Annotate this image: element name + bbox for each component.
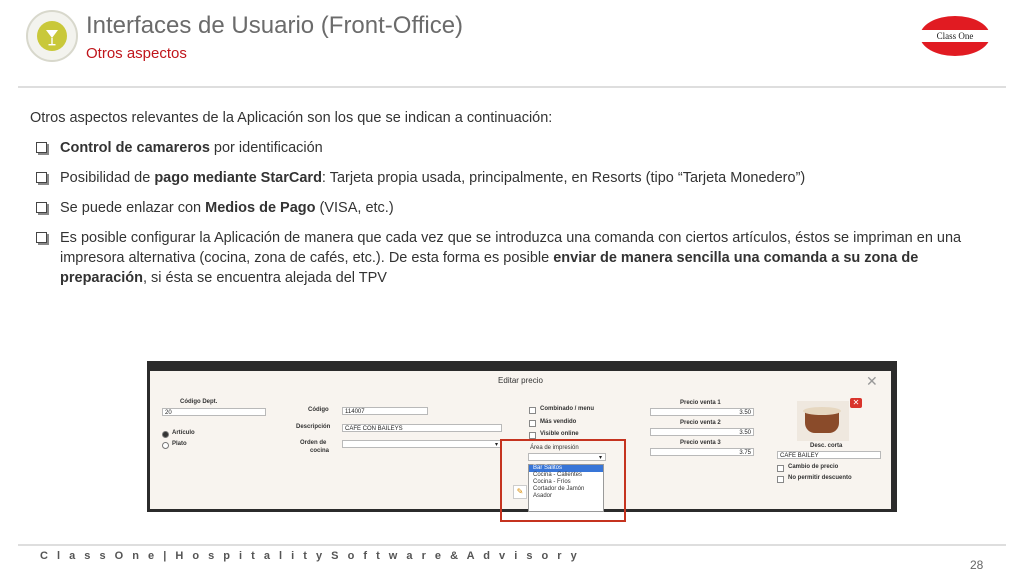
bullet-text: , si ésta se encuentra alejada del TPV [143, 270, 387, 286]
brand-name: Class One [936, 31, 974, 41]
bullet-bold: pago mediante StarCard [154, 170, 322, 186]
intro-text: Otros aspectos relevantes de la Aplicaci… [30, 110, 553, 126]
page-title: Interfaces de Usuario (Front-Office) [86, 12, 464, 39]
page-number: 28 [970, 558, 984, 572]
descripcion-field[interactable]: CAFE CON BAILEYS [342, 424, 502, 432]
bullet-text: (VISA, etc.) [315, 200, 394, 216]
footer-company: C l a s s O n e | H o s p i t a l i t y … [40, 550, 580, 562]
mas-vendido-checkbox[interactable] [529, 420, 536, 427]
articulo-label: Artículo [172, 430, 195, 436]
bullet-text: Se puede enlazar con [60, 200, 206, 216]
header-divider [18, 86, 1006, 88]
slide-body: Otros aspectos relevantes de la Aplicaci… [30, 108, 1000, 298]
chevron-down-icon: ▾ [494, 442, 498, 448]
orden-label: Orden de [300, 440, 327, 446]
precio1-label: Precio venta 1 [680, 400, 721, 406]
cambio-precio-label: Cambio de precio [788, 464, 839, 470]
no-descuento-checkbox[interactable] [777, 476, 784, 483]
bullet-bold: Control de camareros [60, 140, 210, 156]
mas-vendido-label: Más vendido [540, 419, 577, 425]
remove-image-button[interactable]: ✕ [850, 398, 862, 408]
bullet-text: : Tarjeta propia usada, principalmente, … [321, 170, 806, 186]
articulo-radio[interactable] [162, 431, 169, 438]
desc-corta-field[interactable]: CAFE BAILEY [777, 451, 881, 459]
checkbox-bullet-icon [36, 202, 47, 213]
no-descuento-label: No permitir descuento [788, 475, 852, 481]
precio2-field[interactable]: 3.50 [650, 428, 754, 436]
visible-online-label: Visible online [540, 431, 579, 437]
codigo-field[interactable]: 114007 [342, 407, 428, 415]
combinado-label: Combinado / menu [540, 406, 594, 412]
footer-divider [18, 544, 1006, 546]
codigo-dept-field[interactable]: 20 [162, 408, 266, 416]
cocina-label: cocina [310, 448, 330, 454]
page-subtitle: Otros aspectos [86, 45, 187, 62]
bullet-item: Se puede enlazar con Medios de Pago (VIS… [30, 198, 1000, 218]
descripcion-label: Descripción [296, 424, 331, 430]
close-icon[interactable]: ✕ [866, 373, 878, 390]
highlight-box [500, 439, 626, 522]
visible-online-checkbox[interactable] [529, 432, 536, 439]
bullet-text: por identificación [209, 140, 323, 156]
dialog-title: Editar precio [498, 376, 543, 385]
bullet-item: Es posible configurar la Aplicación de m… [30, 228, 1000, 288]
combinado-checkbox[interactable] [529, 407, 536, 414]
plato-radio[interactable] [162, 442, 169, 449]
checkbox-bullet-icon [36, 172, 47, 183]
bullet-item: Control de camareros por identificación [30, 138, 1000, 158]
plato-label: Plato [172, 441, 187, 447]
brand-logo: Class One [920, 16, 990, 56]
precio2-label: Precio venta 2 [680, 420, 721, 426]
cambio-precio-checkbox[interactable] [777, 465, 784, 472]
precio1-field[interactable]: 3.50 [650, 408, 754, 416]
bullet-item: Posibilidad de pago mediante StarCard: T… [30, 168, 1000, 188]
desc-corta-label: Desc. corta [810, 443, 843, 449]
bullet-bold: Medios de Pago [205, 200, 316, 216]
product-image [797, 401, 849, 441]
precio3-field[interactable]: 3.75 [650, 448, 754, 456]
precio3-label: Precio venta 3 [680, 440, 721, 446]
codigo-dept-label: Código Dept. [180, 399, 218, 405]
orden-cocina-select[interactable]: ▾ [342, 440, 502, 448]
codigo-label: Código [308, 407, 329, 413]
company-logo-icon [26, 10, 78, 62]
checkbox-bullet-icon [36, 142, 47, 153]
checkbox-bullet-icon [36, 232, 47, 243]
bullet-text: Posibilidad de [60, 170, 155, 186]
